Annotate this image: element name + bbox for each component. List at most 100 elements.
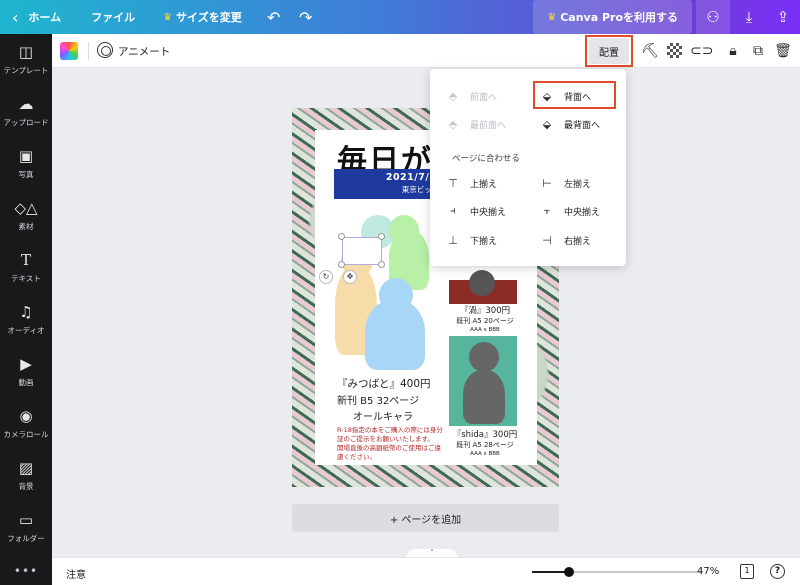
file-menu[interactable]: ファイル	[82, 0, 144, 34]
layer-top-icon: ⬘	[448, 117, 458, 131]
cover-silhouette	[463, 370, 505, 424]
add-page-button[interactable]: + ページを追加	[292, 504, 559, 532]
move-icon[interactable]: ✥	[343, 270, 357, 284]
menu-label: 最背面へ	[564, 120, 601, 131]
text-icon: T	[20, 251, 31, 269]
zoom-slider[interactable]	[532, 571, 702, 573]
divider	[88, 42, 89, 60]
paint-roller-icon[interactable]: ⛏	[641, 42, 659, 60]
align-left-icon: ⊢	[542, 176, 552, 190]
book1-sub[interactable]: オールキャラ	[353, 408, 413, 423]
cover-head	[469, 342, 499, 372]
menu-item-align-center[interactable]: ⫟ 中央揃え	[538, 203, 600, 219]
menu-label: 上揃え	[470, 179, 498, 190]
animate-icon[interactable]	[97, 42, 113, 58]
menu-item-align-left[interactable]: ⊢ 左揃え	[538, 175, 591, 191]
menu-item-align-right[interactable]: ⊣ 右揃え	[538, 232, 591, 248]
sidebar-item-templates[interactable]: ◫ テンプレート	[0, 34, 52, 86]
top-bar: ‹ ホーム ファイル ♛ サイズを変更 ↶ ↷ ♛ Canva Proを利用する…	[0, 0, 800, 34]
link-icon[interactable]: ⊂⊃	[690, 42, 713, 60]
notes-button[interactable]: 注意	[66, 566, 86, 581]
resize-handle[interactable]	[378, 261, 385, 268]
page-count-button[interactable]: 1	[740, 564, 754, 579]
sidebar-item-folders[interactable]: ▭ フォルダー	[0, 502, 52, 554]
menu-item-align-top[interactable]: ⊤ 上揃え	[444, 175, 497, 191]
backward-highlight	[533, 81, 616, 109]
sidebar-label: アップロード	[3, 118, 49, 127]
duplicate-icon[interactable]: ⧉	[749, 42, 767, 60]
sidebar-item-uploads[interactable]: ☁ アップロード	[0, 86, 52, 138]
menu-item-to-front[interactable]: ⬘ 最前面へ	[444, 116, 506, 132]
upload-icon: ☁	[18, 95, 34, 113]
selected-element[interactable]	[342, 237, 382, 265]
share-upload-icon[interactable]: ⇪	[766, 0, 800, 34]
pro-label: Canva Proを利用する	[560, 11, 678, 24]
photo-icon: ▣	[18, 147, 34, 165]
sidebar-item-camera-roll[interactable]: ◉ カメラロール	[0, 398, 52, 450]
menu-label: 中央揃え	[564, 207, 601, 218]
menu-label: 右揃え	[564, 236, 592, 247]
book2-sub[interactable]: AAA x BBB	[447, 327, 523, 333]
book3-sub[interactable]: AAA x BBB	[447, 451, 523, 457]
crown-icon: ♛	[547, 11, 557, 23]
book3-info[interactable]: 既刊 A5 28ページ	[447, 440, 523, 450]
canva-pro-button[interactable]: ♛ Canva Proを利用する	[533, 0, 692, 34]
menu-item-align-middle[interactable]: ⫞ 中央揃え	[444, 203, 506, 219]
rotate-icon[interactable]: ↻	[319, 270, 333, 284]
sidebar-item-text[interactable]: T テキスト	[0, 242, 52, 294]
resize-handle[interactable]	[338, 261, 345, 268]
zoom-level[interactable]: 47%	[697, 566, 719, 577]
trash-icon[interactable]: 🗑︎	[774, 42, 792, 60]
help-button[interactable]: ?	[770, 564, 785, 579]
book2-info[interactable]: 既刊 A5 20ページ	[447, 316, 523, 326]
book3-title[interactable]: 『shida』300円	[447, 428, 523, 440]
menu-label: 中央揃え	[470, 207, 507, 218]
align-right-icon: ⊣	[542, 233, 552, 247]
menu-item-to-back[interactable]: ⬙ 最背面へ	[538, 116, 600, 132]
resize-handle[interactable]	[378, 233, 385, 240]
sidebar-item-audio[interactable]: ♫ オーディオ	[0, 294, 52, 346]
sidebar-item-elements[interactable]: ◇△ 素材	[0, 190, 52, 242]
zoom-slider-knob[interactable]	[564, 567, 575, 577]
audio-icon: ♫	[19, 303, 33, 321]
sidebar-item-video[interactable]: ▶ 動画	[0, 346, 52, 398]
file-label: ファイル	[91, 11, 136, 24]
resize-button[interactable]: ♛ サイズを変更	[154, 0, 251, 34]
align-center-icon: ⫟	[543, 204, 551, 217]
sidebar-item-background[interactable]: ▨ 背景	[0, 450, 52, 502]
sidebar-item-photos[interactable]: ▣ 写真	[0, 138, 52, 190]
menu-label: 前面へ	[470, 92, 498, 103]
align-section-title: ページに合わせる	[452, 154, 520, 164]
silhouette-head	[379, 278, 413, 312]
transparency-icon[interactable]	[667, 43, 682, 58]
menu-item-align-bottom[interactable]: ⊥ 下揃え	[444, 232, 497, 248]
video-icon: ▶	[20, 355, 32, 373]
camera-icon: ◉	[19, 407, 33, 425]
sidebar-label: フォルダー	[7, 534, 45, 543]
layer-bottom-icon: ⬙	[542, 117, 552, 131]
lock-icon[interactable]: 🔒︎	[724, 42, 742, 60]
animate-button[interactable]: アニメート	[118, 44, 170, 59]
redo-icon[interactable]: ↷	[291, 0, 321, 34]
more-icon[interactable]: •••	[0, 564, 52, 578]
users-icon[interactable]: ⚇	[696, 0, 730, 34]
book1-title[interactable]: 『みつばと』400円	[337, 376, 431, 391]
left-sidebar: ◫ テンプレート ☁ アップロード ▣ 写真 ◇△ 素材 T テキスト ♫ オー…	[0, 34, 52, 585]
undo-icon[interactable]: ↶	[259, 0, 289, 34]
menu-item-forward[interactable]: ⬘ 前面へ	[444, 88, 497, 104]
elements-icon: ◇△	[14, 199, 38, 217]
align-bottom-icon: ⊥	[448, 233, 458, 247]
note-item[interactable]: 開場直後の高額紙幣のご使用はご遠慮ください。	[337, 444, 447, 462]
home-label: ホーム	[28, 11, 62, 24]
editor-toolbar: アニメート 配置 ⛏ ⊂⊃ 🔒︎ ⧉ 🗑︎	[52, 34, 800, 68]
background-icon: ▨	[18, 459, 34, 477]
note-item[interactable]: R-18指定の本をご購入の際には身分証のご提示をお願いいたします。	[337, 426, 447, 444]
download-icon[interactable]: ⤓	[732, 0, 766, 34]
color-swatch[interactable]	[60, 42, 78, 60]
book1-info[interactable]: 新刊 B5 32ページ	[337, 392, 419, 407]
resize-handle[interactable]	[338, 233, 345, 240]
silhouette-head	[389, 215, 419, 245]
home-button[interactable]: ‹ ホーム	[0, 0, 70, 34]
resize-label: サイズを変更	[176, 11, 242, 24]
book2-title[interactable]: 『渦』300円	[447, 304, 523, 316]
